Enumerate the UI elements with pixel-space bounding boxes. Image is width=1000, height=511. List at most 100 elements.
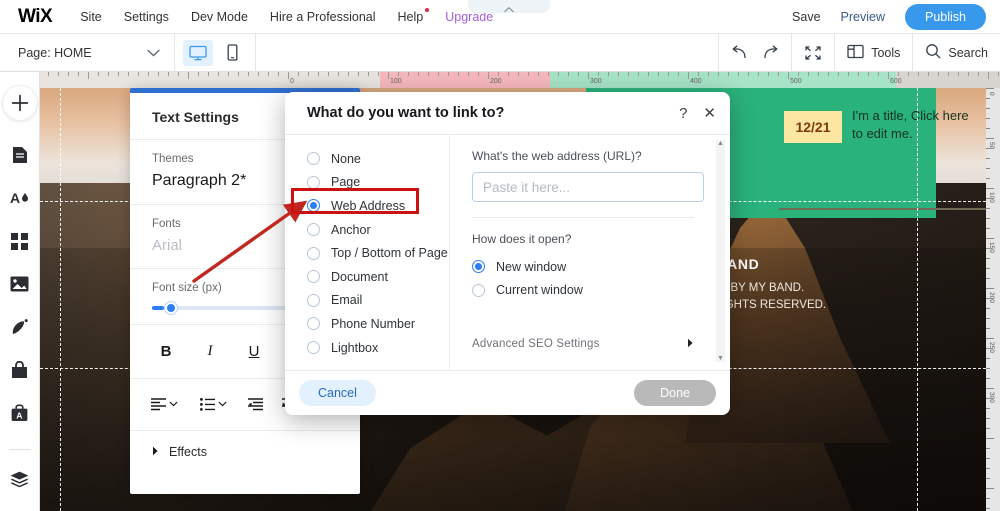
menu-item-settings[interactable]: Settings: [124, 10, 169, 24]
ruler-tick: [986, 368, 990, 369]
radio-icon[interactable]: [307, 317, 320, 331]
menu-item-help[interactable]: Help: [397, 7, 430, 24]
url-input[interactable]: [472, 172, 704, 202]
radio-icon[interactable]: [307, 152, 320, 166]
radio-icon[interactable]: [307, 341, 320, 355]
link-type-none[interactable]: None: [307, 147, 449, 171]
dialog-scrollbar[interactable]: ▲ ▼: [716, 140, 725, 362]
radio-icon[interactable]: [307, 199, 320, 213]
link-details-pane: What's the web address (URL)? How does i…: [450, 135, 730, 370]
open-option-current-window[interactable]: Current window: [472, 279, 708, 303]
link-type-phone-number[interactable]: Phone Number: [307, 312, 449, 336]
sidebar-item-design-tools[interactable]: [3, 310, 37, 344]
italic-button[interactable]: I: [188, 338, 232, 364]
radio-icon[interactable]: [472, 283, 485, 297]
save-button[interactable]: Save: [792, 10, 821, 24]
ruler-tick: [986, 98, 990, 99]
ruler-tick: [738, 72, 739, 76]
menu-item-help-label: Help: [397, 9, 424, 24]
ruler-tick: [978, 72, 979, 76]
vertical-ruler[interactable]: 0 50 100 150 200 250 300: [986, 88, 1000, 511]
collapse-handle[interactable]: [468, 0, 550, 13]
link-type-top-bottom-of-page[interactable]: Top / Bottom of Page: [307, 241, 449, 265]
ruler-tick: [986, 418, 990, 419]
help-icon[interactable]: ?: [679, 106, 687, 121]
scroll-down-arrow-icon[interactable]: ▼: [716, 355, 725, 362]
ruler-tick: [668, 72, 669, 76]
ruler-tick: [768, 72, 769, 76]
slider-knob[interactable]: [165, 302, 177, 314]
sidebar-item-media[interactable]: [3, 267, 37, 301]
search-label: Search: [948, 45, 988, 60]
page-selector[interactable]: Page: HOME: [0, 33, 175, 72]
desktop-view-button[interactable]: [183, 39, 213, 66]
indent-decrease-button[interactable]: [242, 392, 269, 416]
preview-button[interactable]: Preview: [841, 10, 885, 24]
ruler-tick: [778, 72, 779, 76]
ruler-tick: [838, 72, 839, 76]
dialog-body: None Page Web Address Anchor Top / Botto…: [285, 135, 730, 370]
tools-button[interactable]: Tools: [847, 44, 900, 62]
mobile-view-button[interactable]: [217, 40, 247, 66]
menu-item-site[interactable]: Site: [80, 10, 102, 24]
ruler-tick: [628, 72, 629, 76]
tools-label: Tools: [871, 45, 901, 60]
ruler-tick: [986, 328, 990, 329]
search-button[interactable]: Search: [925, 43, 988, 62]
cancel-button[interactable]: Cancel: [299, 380, 376, 406]
advanced-seo-settings[interactable]: Advanced SEO Settings: [472, 338, 694, 350]
underline-button[interactable]: U: [232, 338, 276, 364]
menu-item-dev-mode[interactable]: Dev Mode: [191, 10, 248, 24]
ruler-tick: [718, 72, 719, 76]
link-type-web-address[interactable]: Web Address: [307, 194, 449, 218]
bullet-list-icon: [199, 397, 215, 411]
close-icon[interactable]: ✕: [703, 106, 716, 121]
ruler-tick: [986, 468, 990, 469]
sidebar-item-add-elements[interactable]: [2, 86, 37, 120]
sidebar-item-site-design[interactable]: A: [3, 181, 37, 215]
done-button[interactable]: Done: [634, 380, 716, 406]
radio-icon[interactable]: [307, 270, 320, 284]
page-icon: [12, 147, 27, 163]
sidebar-item-store[interactable]: [3, 353, 37, 387]
zoom-group: [791, 33, 834, 72]
ruler-tick: [918, 72, 919, 76]
ruler-tick: [388, 72, 389, 79]
radio-icon[interactable]: [307, 175, 320, 189]
briefcase-a-icon: A: [11, 404, 28, 421]
text-align-button[interactable]: [144, 392, 185, 416]
date-badge[interactable]: 12/21: [784, 111, 842, 143]
ruler-tick: [258, 72, 259, 76]
redo-button[interactable]: [762, 45, 779, 60]
sidebar-item-app-market[interactable]: A: [3, 396, 37, 430]
ruler-tick: [148, 72, 149, 76]
link-type-email[interactable]: Email: [307, 289, 449, 313]
link-dialog[interactable]: What do you want to link to? ? ✕ None Pa…: [285, 92, 730, 415]
wix-logo[interactable]: WiX: [18, 6, 53, 28]
ruler-tick: [478, 72, 479, 76]
bold-button[interactable]: B: [144, 338, 188, 364]
radio-icon[interactable]: [307, 246, 320, 260]
ruler-label: 50: [988, 142, 995, 150]
publish-button[interactable]: Publish: [905, 3, 986, 30]
radio-icon[interactable]: [472, 260, 485, 274]
sidebar-item-pages[interactable]: [3, 138, 37, 172]
link-type-document[interactable]: Document: [307, 265, 449, 289]
sidebar-item-apps-grid[interactable]: [3, 224, 37, 258]
link-type-anchor[interactable]: Anchor: [307, 218, 449, 242]
sidebar-item-layers[interactable]: [3, 462, 37, 496]
radio-icon[interactable]: [307, 293, 320, 307]
ruler-tick: [448, 72, 449, 76]
link-type-page[interactable]: Page: [307, 171, 449, 195]
zoom-out-button[interactable]: [804, 45, 822, 61]
pen-icon: [12, 319, 28, 334]
list-button[interactable]: [193, 392, 234, 416]
horizontal-ruler[interactable]: 0 100 200 300 400 500 600: [40, 72, 1000, 88]
open-option-new-window[interactable]: New window: [472, 255, 708, 279]
menu-item-hire-a-professional[interactable]: Hire a Professional: [270, 10, 376, 24]
radio-icon[interactable]: [307, 223, 320, 237]
scroll-up-arrow-icon[interactable]: ▲: [716, 140, 725, 147]
link-type-lightbox[interactable]: Lightbox: [307, 336, 449, 360]
effects-section[interactable]: Effects: [130, 431, 360, 473]
undo-button[interactable]: [731, 45, 748, 60]
